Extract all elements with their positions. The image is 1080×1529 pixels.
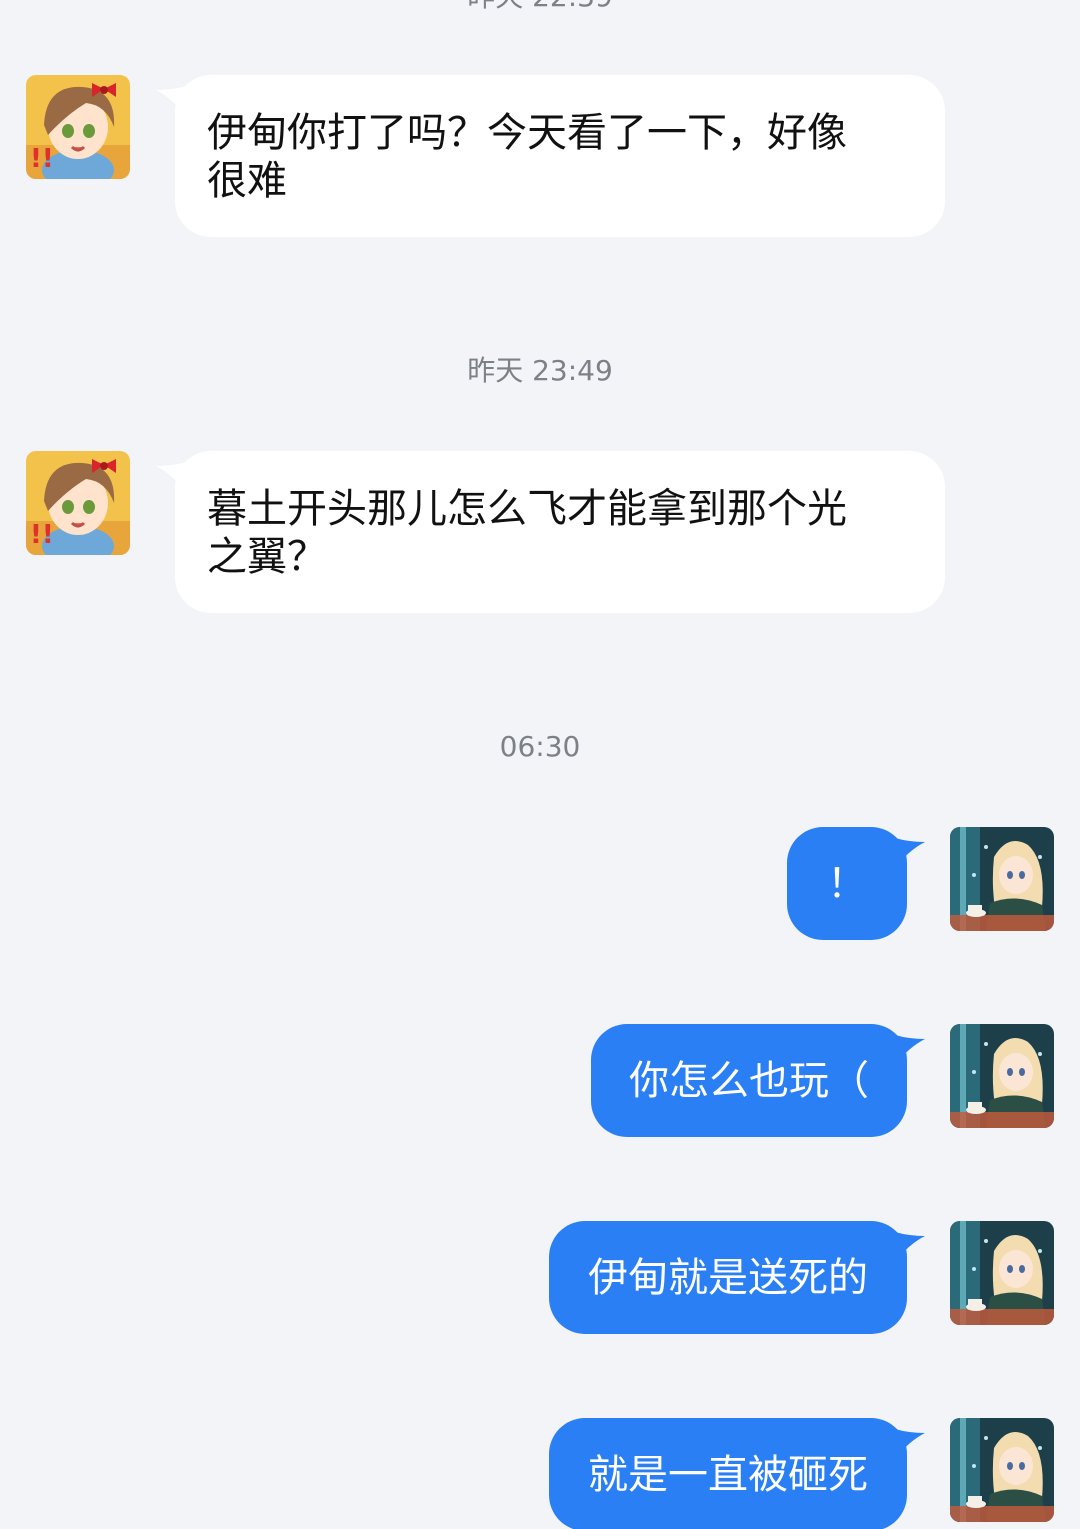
contact-avatar[interactable]: !!	[26, 451, 130, 555]
anime-girl-avatar-icon	[950, 1221, 1054, 1325]
anime-girl-avatar-icon	[950, 1024, 1054, 1128]
self-avatar[interactable]	[950, 1221, 1054, 1325]
timestamp: 昨天 23:49	[467, 354, 613, 387]
message-bubble-outgoing[interactable]: 你怎么也玩（	[591, 1024, 907, 1137]
message-bubble-outgoing[interactable]: ！	[787, 827, 907, 940]
self-avatar[interactable]	[950, 827, 1054, 931]
timestamp: 06:30	[499, 730, 581, 763]
contact-avatar[interactable]: !!	[26, 75, 130, 179]
anime-girl-avatar-icon	[950, 827, 1054, 931]
chat-message-list[interactable]: 昨天 22:39 !! 伊甸你打了吗？今天看了一下，好像很难 昨天 23:49	[0, 0, 1080, 1529]
anime-girl-avatar-icon	[950, 1418, 1054, 1522]
message-bubble-outgoing[interactable]: 伊甸就是送死的	[549, 1221, 907, 1334]
bubble-tail-outgoing	[895, 838, 925, 868]
svg-text:!!: !!	[30, 520, 54, 550]
timestamp-top-partial: 昨天 22:39	[0, 0, 1080, 14]
anime-boy-avatar-icon: !!	[26, 451, 130, 555]
message-bubble-incoming[interactable]: 暮土开头那儿怎么飞才能拿到那个光之翼？	[175, 451, 945, 613]
message-bubble-outgoing[interactable]: 就是一直被砸死	[549, 1418, 907, 1529]
message-bubble-incoming[interactable]: 伊甸你打了吗？今天看了一下，好像很难	[175, 75, 945, 237]
self-avatar[interactable]	[950, 1418, 1054, 1522]
bubble-tail-outgoing	[895, 1429, 925, 1459]
bubble-tail-outgoing	[895, 1232, 925, 1262]
self-avatar[interactable]	[950, 1024, 1054, 1128]
svg-text:!!: !!	[30, 144, 54, 174]
anime-boy-avatar-icon: !!	[26, 75, 130, 179]
bubble-tail-outgoing	[895, 1035, 925, 1065]
